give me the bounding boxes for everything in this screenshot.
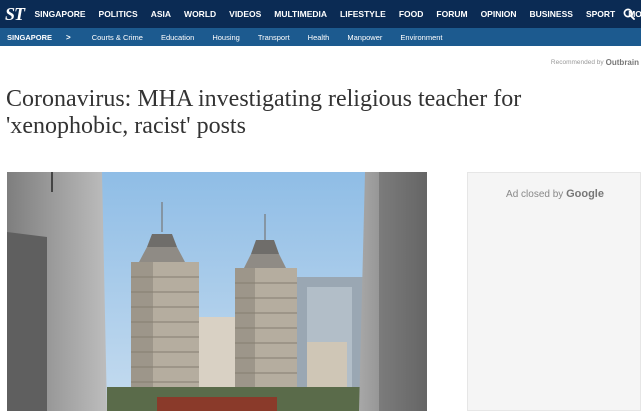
buildings-image [7, 172, 427, 411]
nav-item-forum[interactable]: FORUM [430, 0, 474, 28]
subnav-item-health[interactable]: Health [299, 33, 339, 42]
article-headline: Coronavirus: MHA investigating religious… [6, 86, 522, 139]
top-navbar: ST SINGAPORE POLITICS ASIA WORLD VIDEOS … [0, 0, 641, 28]
nav-item-singapore[interactable]: SINGAPORE [28, 0, 92, 28]
recommended-by[interactable]: Recommended by Outbrain [551, 58, 639, 67]
nav-item-world[interactable]: WORLD [178, 0, 223, 28]
article-photo[interactable] [7, 172, 427, 411]
subnav-item-environment[interactable]: Environment [391, 33, 451, 42]
nav-item-politics[interactable]: POLITICS [92, 0, 144, 28]
subnav-item-housing[interactable]: Housing [203, 33, 249, 42]
subnav-item-manpower[interactable]: Manpower [338, 33, 391, 42]
ad-closed-text: Ad closed by [506, 189, 564, 200]
ad-panel: Ad closed by Google [467, 172, 641, 411]
site-logo[interactable]: ST [5, 0, 25, 28]
chevron-right-icon: > [66, 32, 71, 42]
section-subnav: SINGAPORE > Courts & Crime Education Hou… [0, 28, 641, 46]
nav-item-lifestyle[interactable]: LIFESTYLE [334, 0, 393, 28]
google-logo: Google [566, 188, 604, 200]
nav-item-food[interactable]: FOOD [392, 0, 430, 28]
nav-item-opinion[interactable]: OPINION [474, 0, 523, 28]
subnav-section-label[interactable]: SINGAPORE [7, 33, 52, 42]
subnav-item-courts-crime[interactable]: Courts & Crime [83, 33, 152, 42]
search-icon[interactable] [623, 8, 635, 20]
logo-text: ST [5, 3, 25, 24]
nav-items: SINGAPORE POLITICS ASIA WORLD VIDEOS MUL… [28, 0, 641, 28]
nav-item-videos[interactable]: VIDEOS [223, 0, 268, 28]
recommended-text: Recommended by [550, 59, 604, 66]
ad-closed-label: Ad closed by Google [468, 188, 641, 200]
subnav-item-transport[interactable]: Transport [249, 33, 299, 42]
nav-item-business[interactable]: BUSINESS [523, 0, 579, 28]
subnav-item-education[interactable]: Education [152, 33, 203, 42]
nav-item-asia[interactable]: ASIA [144, 0, 177, 28]
nav-item-sport[interactable]: SPORT [579, 0, 621, 28]
nav-item-multimedia[interactable]: MULTIMEDIA [268, 0, 334, 28]
outbrain-logo: Outbrain [605, 58, 639, 67]
